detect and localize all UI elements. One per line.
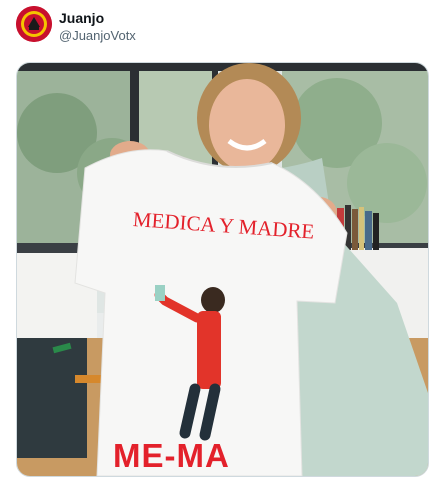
avatar[interactable] bbox=[16, 6, 52, 42]
avatar-emblem-icon bbox=[16, 6, 52, 42]
shirt-text-bottom: ME-MA bbox=[113, 437, 230, 474]
author-handle[interactable]: @JuanjoVotx bbox=[59, 28, 136, 43]
tweet-header: Juanjo @JuanjoVotx bbox=[16, 6, 426, 46]
tweet-photo[interactable]: MEDICA Y MADRE ME-MA bbox=[16, 62, 429, 477]
author-name[interactable]: Juanjo bbox=[59, 10, 104, 26]
photo-scene bbox=[17, 63, 428, 476]
